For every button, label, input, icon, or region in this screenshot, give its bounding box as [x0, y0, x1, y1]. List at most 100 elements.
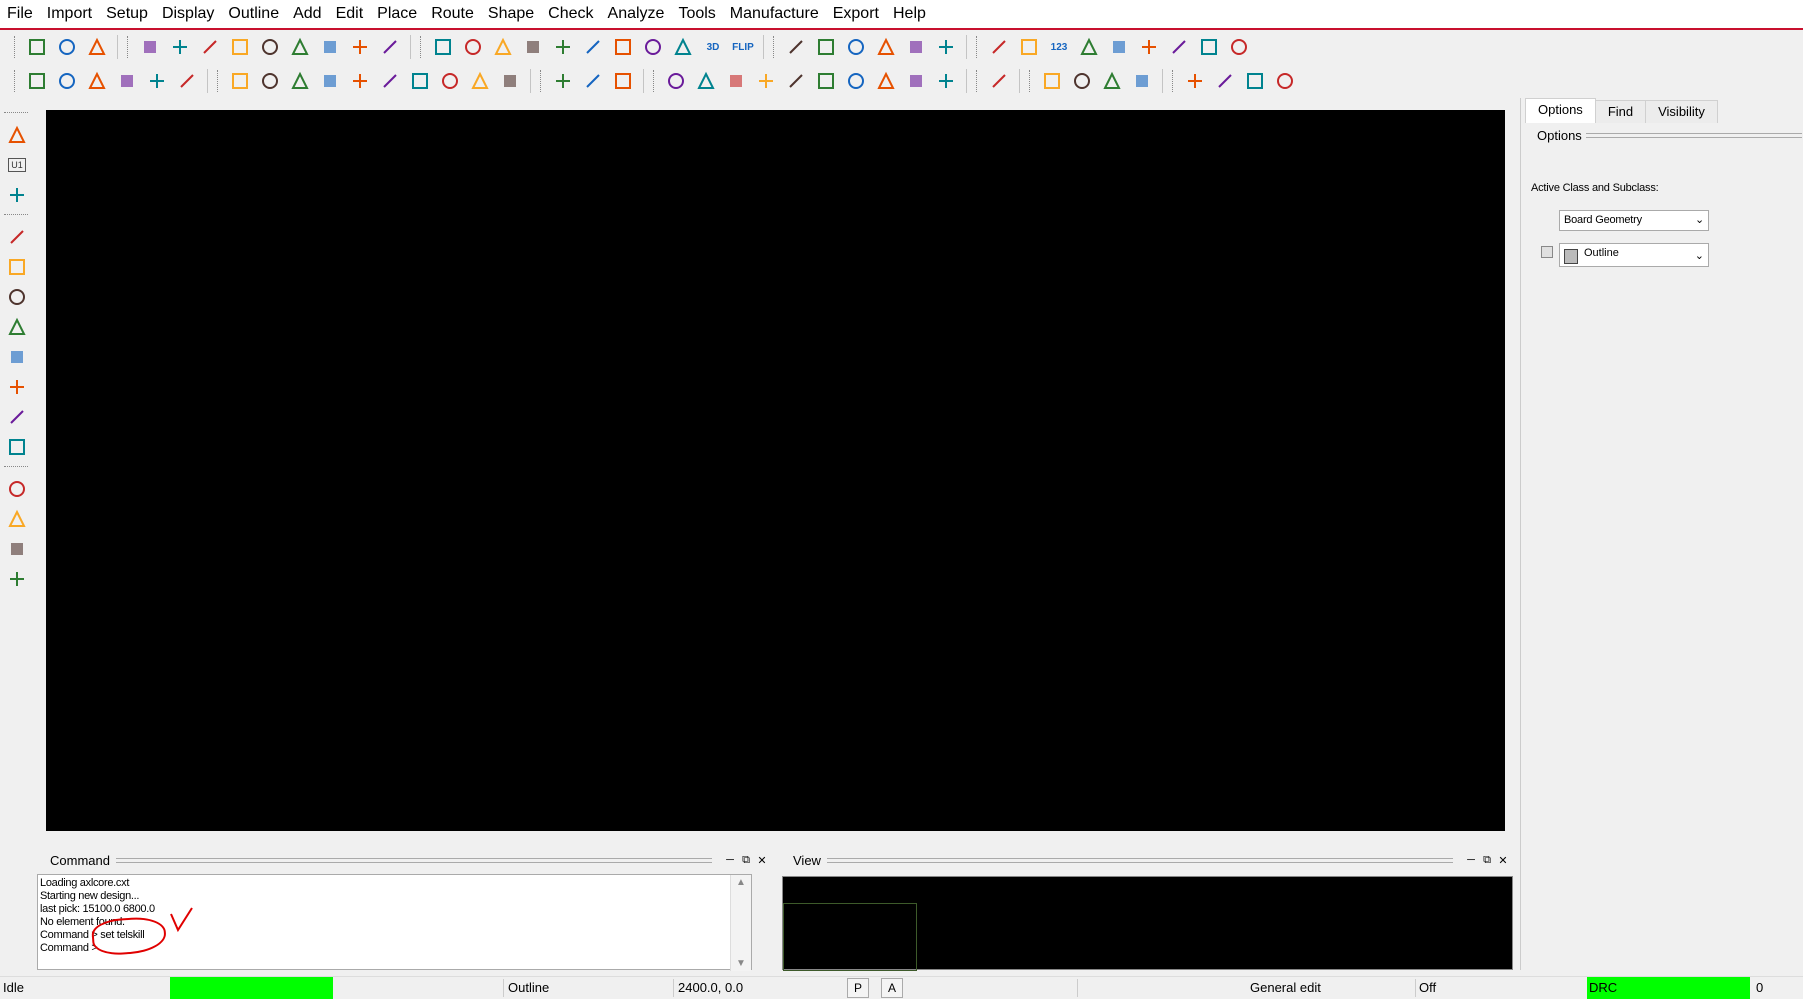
world-view[interactable]: [782, 876, 1513, 971]
frame-icon[interactable]: [407, 68, 433, 94]
graph-icon[interactable]: [723, 68, 749, 94]
new-file-icon[interactable]: [24, 34, 50, 60]
package-icon[interactable]: [550, 68, 576, 94]
route-icon[interactable]: [4, 224, 30, 250]
zoom-world-icon[interactable]: [610, 34, 636, 60]
menu-export[interactable]: Export: [826, 0, 886, 28]
wave-route-icon[interactable]: [4, 284, 30, 310]
close-icon[interactable]: ✕: [754, 854, 770, 867]
layer-5-icon[interactable]: [144, 68, 170, 94]
pin-number-icon[interactable]: [783, 68, 809, 94]
toolbar-grip[interactable]: [4, 214, 28, 218]
snap-icon[interactable]: [347, 34, 373, 60]
panel-grip[interactable]: [826, 857, 1453, 863]
menu-analyze[interactable]: Analyze: [601, 0, 672, 28]
layer-6-icon[interactable]: [174, 68, 200, 94]
pin-icon[interactable]: [377, 34, 403, 60]
layer-3-icon[interactable]: [84, 68, 110, 94]
toolbar-grip[interactable]: [14, 70, 18, 92]
toolbar-grip[interactable]: [420, 36, 424, 58]
tab-visibility[interactable]: Visibility: [1645, 100, 1718, 123]
book-icon[interactable]: [693, 68, 719, 94]
arc-icon[interactable]: [377, 68, 403, 94]
tune-icon[interactable]: [4, 434, 30, 460]
refresh-icon[interactable]: [670, 34, 696, 60]
minimize-icon[interactable]: ─: [722, 854, 738, 866]
menu-display[interactable]: Display: [155, 0, 221, 28]
fillet-icon[interactable]: [347, 68, 373, 94]
design-compare-icon[interactable]: [1226, 34, 1252, 60]
menu-outline[interactable]: Outline: [221, 0, 286, 28]
info-icon[interactable]: [986, 34, 1012, 60]
add-line-icon[interactable]: [227, 68, 253, 94]
u1-component-icon[interactable]: U1: [4, 152, 30, 178]
list-icon[interactable]: [4, 374, 30, 400]
float-icon[interactable]: ⧉: [1479, 854, 1495, 867]
measure-icon[interactable]: 123: [1046, 34, 1072, 60]
menu-place[interactable]: Place: [370, 0, 424, 28]
open-file-icon[interactable]: [54, 34, 80, 60]
layer-4-icon[interactable]: [114, 68, 140, 94]
undo-dropdown-icon[interactable]: [257, 34, 283, 60]
move-icon[interactable]: [137, 34, 163, 60]
command-scrollbar[interactable]: ▲ ▼: [730, 875, 751, 971]
toolbar-grip[interactable]: [1172, 70, 1176, 92]
close-icon[interactable]: ✕: [1495, 854, 1511, 867]
view-3d-icon[interactable]: 3D: [700, 34, 726, 60]
menu-file[interactable]: File: [0, 0, 40, 28]
window-stack-icon[interactable]: [1182, 68, 1208, 94]
grid-select-icon[interactable]: [430, 34, 456, 60]
float-icon[interactable]: ⧉: [738, 854, 754, 867]
route-box-icon[interactable]: [4, 254, 30, 280]
color-swatch[interactable]: [1564, 249, 1578, 264]
menu-manufacture[interactable]: Manufacture: [723, 0, 826, 28]
toolbar-grip[interactable]: [976, 36, 980, 58]
board-icon[interactable]: [903, 34, 929, 60]
panel-grip[interactable]: [115, 857, 712, 863]
stack-icon[interactable]: [873, 34, 899, 60]
tab-find[interactable]: Find: [1594, 100, 1647, 123]
package-open-icon[interactable]: [1069, 68, 1095, 94]
select-icon[interactable]: [317, 68, 343, 94]
zoom-center-icon[interactable]: [640, 34, 666, 60]
shadow-icon[interactable]: [1106, 34, 1132, 60]
fanout-icon[interactable]: [4, 314, 30, 340]
highlight-icon[interactable]: [1076, 34, 1102, 60]
menu-setup[interactable]: Setup: [99, 0, 155, 28]
menu-check[interactable]: Check: [541, 0, 600, 28]
p-button[interactable]: P: [847, 978, 869, 998]
toolbar-grip[interactable]: [127, 36, 131, 58]
menu-import[interactable]: Import: [40, 0, 99, 28]
circle-frame-icon[interactable]: [437, 68, 463, 94]
envelope-icon[interactable]: [1242, 68, 1268, 94]
toolbar-grip[interactable]: [773, 36, 777, 58]
grid-toggle-icon[interactable]: [460, 34, 486, 60]
add-circle-icon[interactable]: [287, 68, 313, 94]
subclass-dropdown[interactable]: Outline ⌄: [1559, 243, 1709, 267]
class-dropdown[interactable]: Board Geometry ⌄: [1559, 210, 1709, 231]
matrix-icon[interactable]: [843, 68, 869, 94]
tab-options[interactable]: Options: [1525, 98, 1596, 123]
flag-icon[interactable]: [813, 68, 839, 94]
copy-icon[interactable]: [167, 34, 193, 60]
shape-icon[interactable]: [467, 68, 493, 94]
zoom-window-icon[interactable]: [520, 34, 546, 60]
gift-icon[interactable]: [1099, 68, 1125, 94]
arrow-route-icon[interactable]: [4, 344, 30, 370]
zoom-in-icon[interactable]: [550, 34, 576, 60]
array-icon[interactable]: [903, 68, 929, 94]
edit-text-icon[interactable]: [4, 566, 30, 592]
array2-icon[interactable]: [933, 68, 959, 94]
camera-icon[interactable]: [753, 68, 779, 94]
toolbar-grip[interactable]: [540, 70, 544, 92]
menu-route[interactable]: Route: [424, 0, 481, 28]
toolbar-grip[interactable]: [653, 70, 657, 92]
toolbar-grip[interactable]: [4, 466, 28, 470]
toolbar-grip[interactable]: [4, 112, 28, 116]
add-rect-icon[interactable]: [257, 68, 283, 94]
redo-icon[interactable]: [287, 34, 313, 60]
menu-add[interactable]: Add: [286, 0, 328, 28]
dimension-icon[interactable]: [580, 68, 606, 94]
redo-dropdown-icon[interactable]: [317, 34, 343, 60]
zoom-out-icon[interactable]: [580, 34, 606, 60]
